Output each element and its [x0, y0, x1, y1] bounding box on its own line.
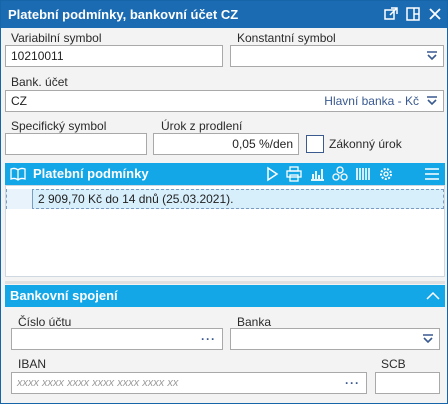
cislo-uctu-field[interactable]: ··· [11, 328, 223, 350]
scb-label: SCB [381, 357, 406, 371]
play-icon[interactable] [264, 166, 280, 182]
bank-ucet-value: CZ [11, 94, 27, 108]
scb-field[interactable] [375, 372, 440, 394]
columns-icon[interactable] [355, 166, 371, 182]
banka-label: Banka [237, 315, 272, 329]
urok-z-prodleni-value: 0,05 %/den [232, 137, 293, 151]
bankovni-spojeni-title: Bankovní spojení [10, 288, 118, 303]
iban-placeholder: xxxx xxxx xxxx xxxx xxxx xxxx xx [17, 377, 179, 389]
urok-z-prodleni-field[interactable]: 0,05 %/den [153, 133, 299, 155]
variabilni-symbol-value: 10210011 [11, 49, 64, 63]
chart-icon[interactable] [309, 166, 325, 182]
bank-ucet-select[interactable]: CZ Hlavní banka - Kč [5, 90, 444, 112]
bank-name-value: Hlavní banka - Kč [324, 94, 419, 108]
zakonny-urok-checkbox[interactable] [306, 135, 324, 153]
row-text: 2 909,70 Kč do 14 dnů (25.03.2021). [38, 192, 234, 206]
iban-field[interactable]: xxxx xxxx xxxx xxxx xxxx xxxx xx ··· [11, 372, 367, 394]
title-bar: Platební podmínky, bankovní účet CZ [1, 1, 447, 28]
dropdown-icon[interactable] [425, 95, 439, 107]
specificky-symbol-field[interactable] [5, 133, 147, 155]
popout-icon[interactable] [383, 6, 399, 22]
platebni-podminky-title: Platební podmínky [33, 166, 149, 181]
settings-icon[interactable] [378, 166, 394, 182]
panel-separator[interactable] [5, 281, 445, 284]
print-icon[interactable] [286, 166, 302, 182]
zakonny-urok-label: Zákonný úrok [329, 137, 402, 151]
iban-label: IBAN [18, 357, 47, 371]
dropdown-icon[interactable] [421, 333, 435, 345]
bank-ucet-label: Bank. účet [11, 75, 68, 89]
group-icon[interactable] [332, 166, 348, 182]
dialog-window: Platební podmínky, bankovní účet CZ Vari… [0, 0, 448, 404]
window-title: Platební podmínky, bankovní účet CZ [8, 7, 239, 22]
menu-icon[interactable] [424, 166, 440, 182]
ellipsis-icon[interactable]: ··· [345, 373, 360, 393]
row-marker[interactable] [7, 189, 33, 209]
platebni-podminky-grid: 2 909,70 Kč do 14 dnů (25.03.2021). [5, 185, 445, 277]
book-icon [10, 166, 26, 182]
cislo-uctu-label: Číslo účtu [18, 315, 72, 329]
variabilni-symbol-field[interactable]: 10210011 [5, 45, 223, 67]
banka-select[interactable] [230, 328, 440, 350]
konstantni-symbol-select[interactable] [230, 45, 444, 67]
ellipsis-icon[interactable]: ··· [201, 329, 216, 349]
platebni-podminky-header: Platební podmínky [5, 163, 445, 185]
dock-icon[interactable] [405, 6, 421, 22]
urok-z-prodleni-label: Úrok z prodlení [161, 119, 243, 133]
table-row[interactable]: 2 909,70 Kč do 14 dnů (25.03.2021). [6, 189, 444, 209]
collapse-icon[interactable] [425, 288, 441, 304]
bankovni-spojeni-header: Bankovní spojení [5, 285, 445, 307]
close-icon[interactable] [427, 6, 443, 22]
dropdown-icon[interactable] [425, 50, 439, 62]
variabilni-symbol-label: Variabilní symbol [11, 31, 102, 45]
konstantni-symbol-label: Konstantní symbol [237, 31, 336, 45]
specificky-symbol-label: Specifický symbol [11, 119, 107, 133]
